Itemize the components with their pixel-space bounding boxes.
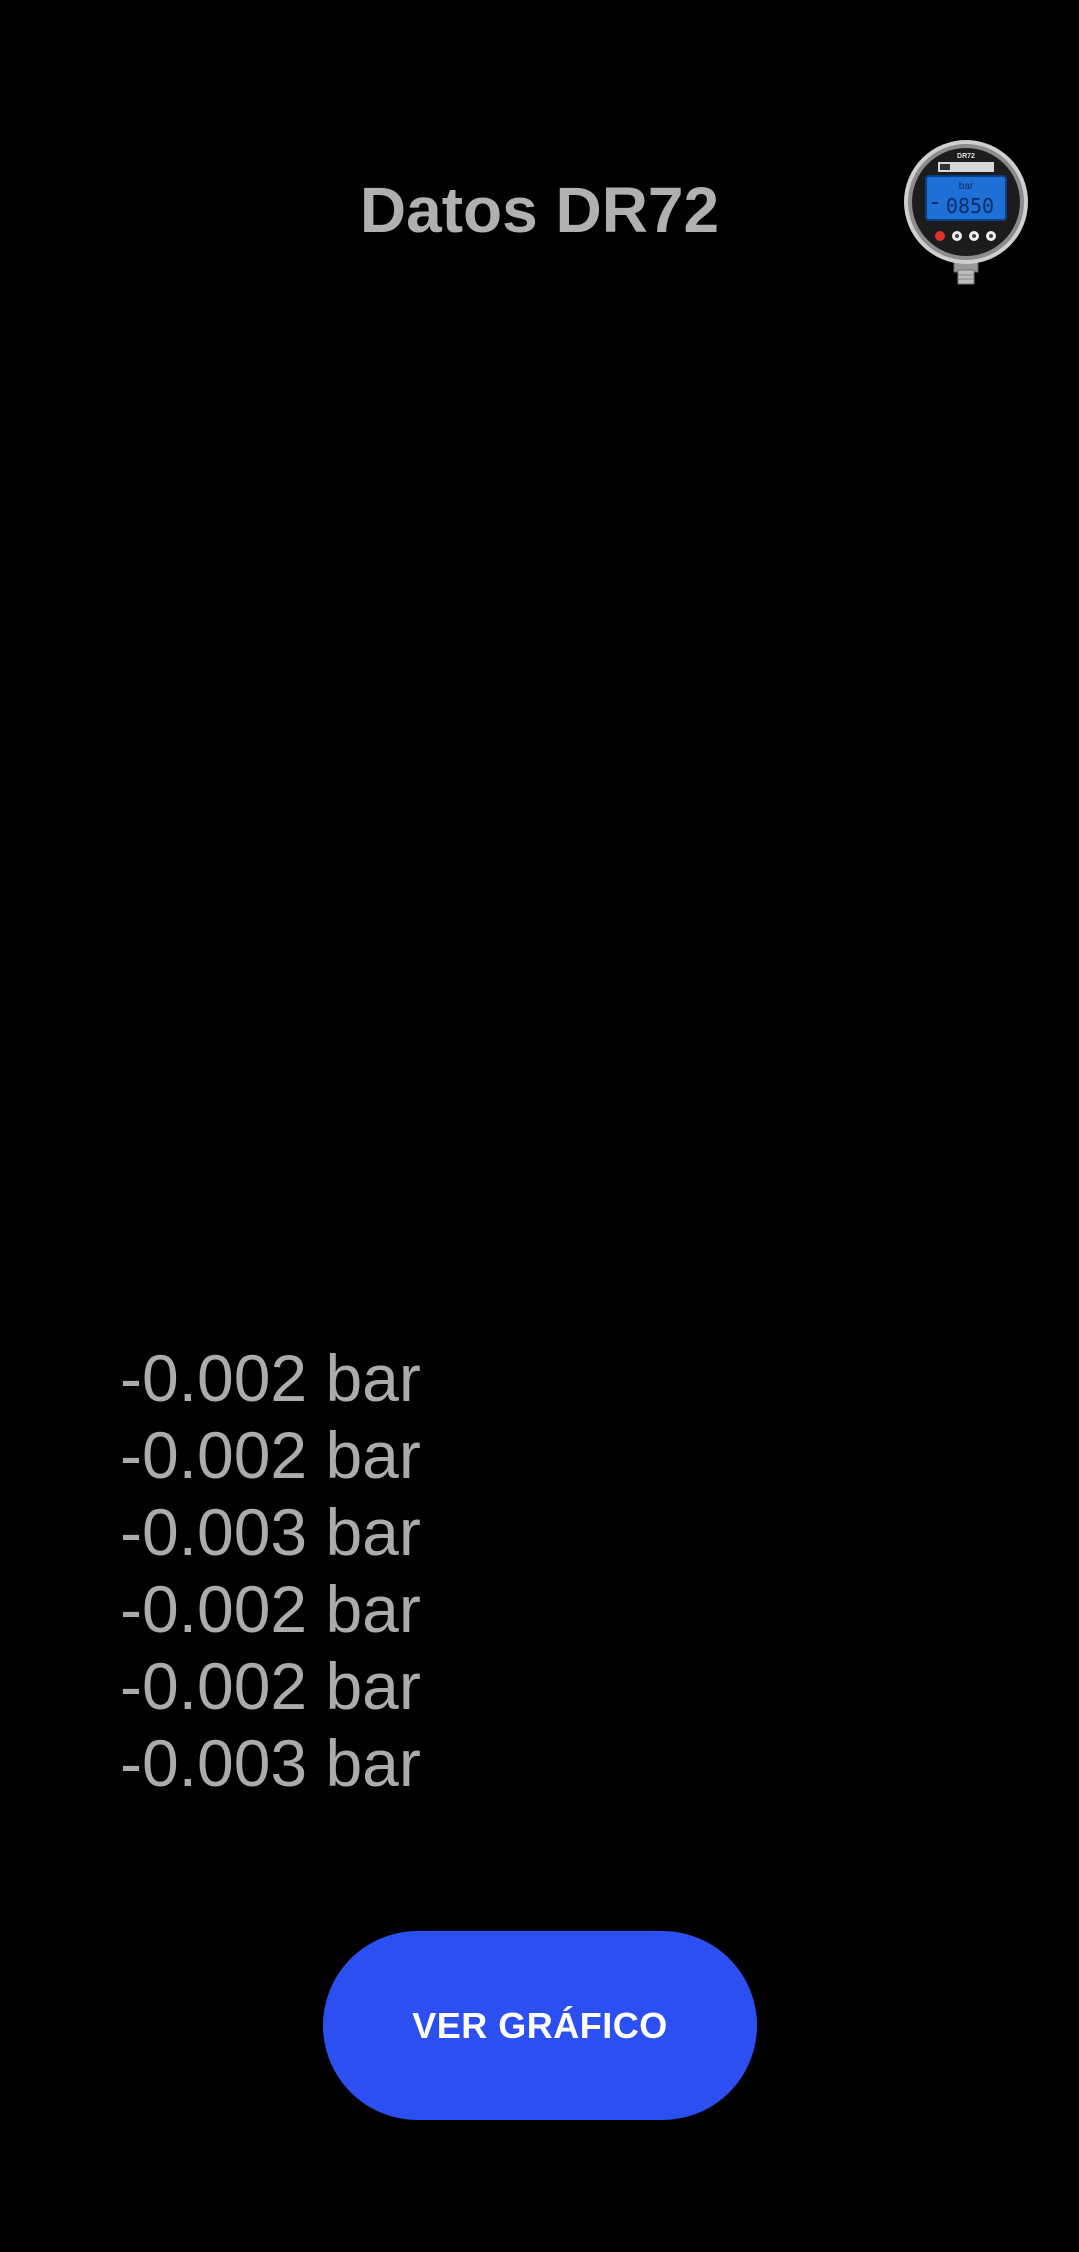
reading-item: -0.002 bar	[120, 1418, 421, 1492]
readings-list: -0.002 bar -0.002 bar -0.003 bar -0.002 …	[120, 1340, 820, 1802]
pressure-gauge-icon: DR72 bar 0850	[904, 140, 1028, 285]
reading-item: -0.003 bar	[120, 1726, 421, 1800]
view-chart-button[interactable]: VER GRÁFICO	[323, 1931, 757, 2120]
reading-item: -0.002 bar	[120, 1341, 421, 1415]
reading-item: -0.003 bar	[120, 1495, 421, 1569]
reading-item: -0.002 bar	[120, 1572, 421, 1646]
gauge-value-label: 0850	[946, 194, 994, 218]
gauge-unit-label: bar	[959, 181, 974, 192]
reading-item: -0.002 bar	[120, 1649, 421, 1723]
gauge-model-label: DR72	[957, 153, 975, 160]
